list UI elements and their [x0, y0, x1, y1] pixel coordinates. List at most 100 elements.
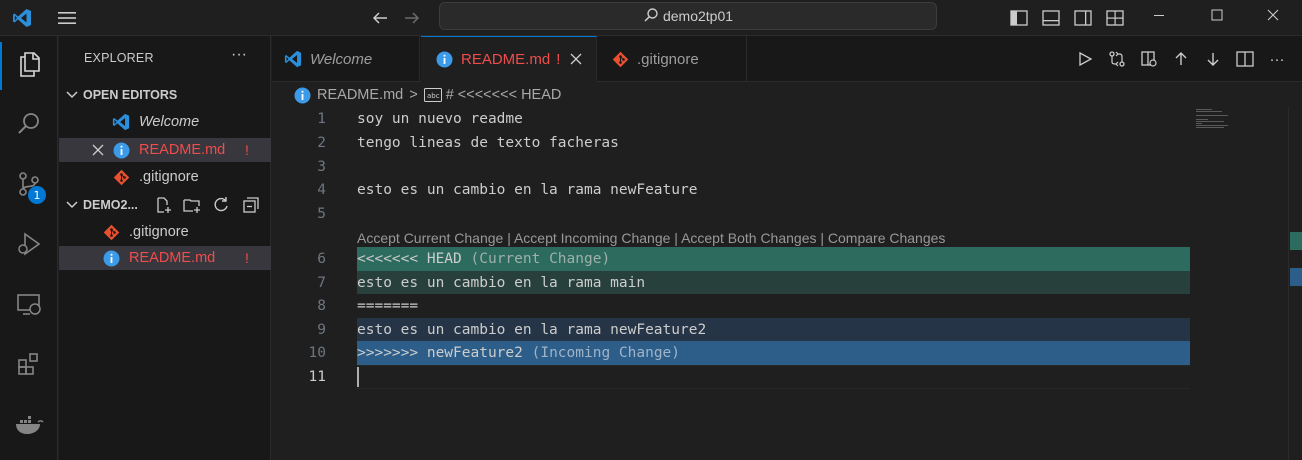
accept-incoming-change-link[interactable]: Accept Incoming Change — [514, 230, 670, 246]
folder-header[interactable]: DEMO2... — [59, 194, 271, 216]
code-editor[interactable]: 1 soy un nuevo readme 2 tengo lineas de … — [272, 107, 1302, 460]
line-number: 4 — [317, 182, 326, 198]
string-symbol-icon: abc — [423, 88, 442, 102]
merge-codelens: Accept Current Change | Accept Incoming … — [357, 227, 945, 249]
explorer-activity[interactable] — [0, 42, 58, 90]
minimap-line — [1196, 127, 1224, 128]
back-arrow-icon[interactable] — [368, 0, 392, 36]
code-line: esto es un cambio en la rama main — [357, 275, 646, 291]
remote-explorer-activity[interactable] — [0, 282, 58, 330]
file-item[interactable]: .gitignore — [59, 220, 271, 244]
refresh-icon[interactable] — [212, 196, 230, 217]
extensions-icon — [15, 350, 43, 383]
search-icon — [15, 110, 43, 143]
breadcrumb-symbol[interactable]: # <<<<<<< HEAD — [446, 87, 562, 103]
previous-conflict-icon[interactable] — [1165, 51, 1197, 67]
tab-label: Welcome — [310, 50, 373, 68]
info-icon — [111, 140, 131, 160]
tab-gitignore[interactable]: .gitignore — [598, 36, 747, 82]
info-icon — [101, 248, 121, 268]
line-number: 5 — [317, 206, 326, 222]
toggle-primary-sidebar-icon[interactable] — [1007, 0, 1031, 36]
command-center-search[interactable]: demo2tp01 — [439, 2, 937, 30]
codelens-separator: | — [503, 230, 514, 246]
breadcrumb-file[interactable]: README.md — [317, 87, 403, 103]
overview-incoming-change-marker — [1290, 268, 1302, 286]
modified-indicator: ! — [245, 142, 249, 158]
open-editor-item[interactable]: Welcome — [59, 110, 271, 134]
line-number: 2 — [317, 135, 326, 151]
code-line: esto es un cambio en la rama newFeature2 — [357, 322, 707, 338]
git-icon — [612, 51, 629, 68]
forward-arrow-icon[interactable] — [400, 0, 424, 36]
close-icon[interactable] — [88, 140, 108, 160]
close-icon[interactable] — [570, 53, 582, 65]
svg-text:abc: abc — [427, 92, 440, 100]
open-editors-header[interactable]: OPEN EDITORS — [59, 84, 271, 106]
open-editor-item[interactable]: README.md ! — [59, 138, 271, 162]
tab-readme[interactable]: README.md ! — [421, 36, 597, 82]
run-debug-activity[interactable] — [0, 222, 58, 270]
open-editor-name: README.md — [139, 142, 226, 158]
minimap-line — [1196, 109, 1212, 110]
minimize-button[interactable] — [1136, 0, 1182, 30]
code-line: ======= — [357, 298, 419, 314]
file-item[interactable]: README.md ! — [59, 246, 271, 270]
codelens-separator: | — [670, 230, 682, 246]
toggle-secondary-sidebar-icon[interactable] — [1071, 0, 1095, 36]
remote-explorer-icon — [15, 290, 43, 323]
open-editor-name: Welcome — [139, 114, 200, 130]
compare-changes-link[interactable]: Compare Changes — [828, 230, 946, 246]
search-activity[interactable] — [0, 102, 58, 150]
minimap[interactable] — [1190, 107, 1288, 460]
menu-icon[interactable] — [54, 0, 80, 36]
source-control-activity[interactable]: 1 — [0, 162, 58, 210]
open-editor-item[interactable]: .gitignore — [59, 165, 271, 189]
file-name: README.md — [129, 250, 216, 266]
open-editor-name: .gitignore — [139, 169, 199, 185]
close-window-button[interactable] — [1250, 0, 1296, 30]
line-number: 10 — [308, 345, 326, 361]
maximize-button[interactable] — [1194, 0, 1240, 30]
accept-current-change-link[interactable]: Accept Current Change — [357, 230, 503, 246]
minimap-line — [1196, 115, 1228, 116]
title-bar: demo2tp01 — [0, 0, 1302, 36]
vscode-logo-icon — [284, 50, 302, 68]
line-number: 9 — [317, 322, 326, 338]
explorer-title: EXPLORER — [84, 51, 154, 65]
file-name: .gitignore — [129, 224, 189, 240]
code-line: soy un nuevo readme — [357, 111, 523, 127]
minimap-line — [1196, 125, 1228, 126]
new-file-icon[interactable] — [154, 196, 172, 217]
more-actions-icon[interactable]: ··· — [231, 46, 247, 64]
line-number: 3 — [317, 159, 326, 175]
folder-name: DEMO2... — [83, 198, 138, 212]
toggle-panel-icon[interactable] — [1039, 0, 1063, 36]
new-folder-icon[interactable] — [183, 196, 201, 217]
git-compare-icon[interactable] — [1101, 50, 1133, 68]
tab-label: README.md — [461, 50, 551, 68]
conflict-marker-text: <<<<<<< HEAD — [357, 251, 462, 267]
code-line: >>>>>>> newFeature2 (Incoming Change) — [357, 341, 1190, 365]
customize-layout-icon[interactable] — [1103, 0, 1127, 36]
minimap-line — [1196, 111, 1222, 112]
next-conflict-icon[interactable] — [1197, 51, 1229, 67]
minimap-line — [1196, 123, 1202, 124]
run-icon[interactable] — [1069, 51, 1101, 67]
open-preview-icon[interactable] — [1133, 50, 1165, 68]
tab-welcome[interactable]: Welcome — [272, 36, 420, 82]
collapse-all-icon[interactable] — [242, 196, 260, 217]
extensions-activity[interactable] — [0, 342, 58, 390]
accept-both-changes-link[interactable]: Accept Both Changes — [681, 230, 816, 246]
docker-activity[interactable] — [0, 402, 58, 450]
line-number: 8 — [317, 298, 326, 314]
more-actions-icon[interactable]: ··· — [1261, 51, 1293, 68]
info-icon — [436, 51, 453, 68]
code-line: tengo lineas de texto facheras — [357, 135, 619, 151]
editor-scrollbar[interactable] — [1288, 107, 1302, 460]
split-editor-icon[interactable] — [1229, 51, 1261, 67]
modified-indicator: ! — [556, 50, 561, 68]
